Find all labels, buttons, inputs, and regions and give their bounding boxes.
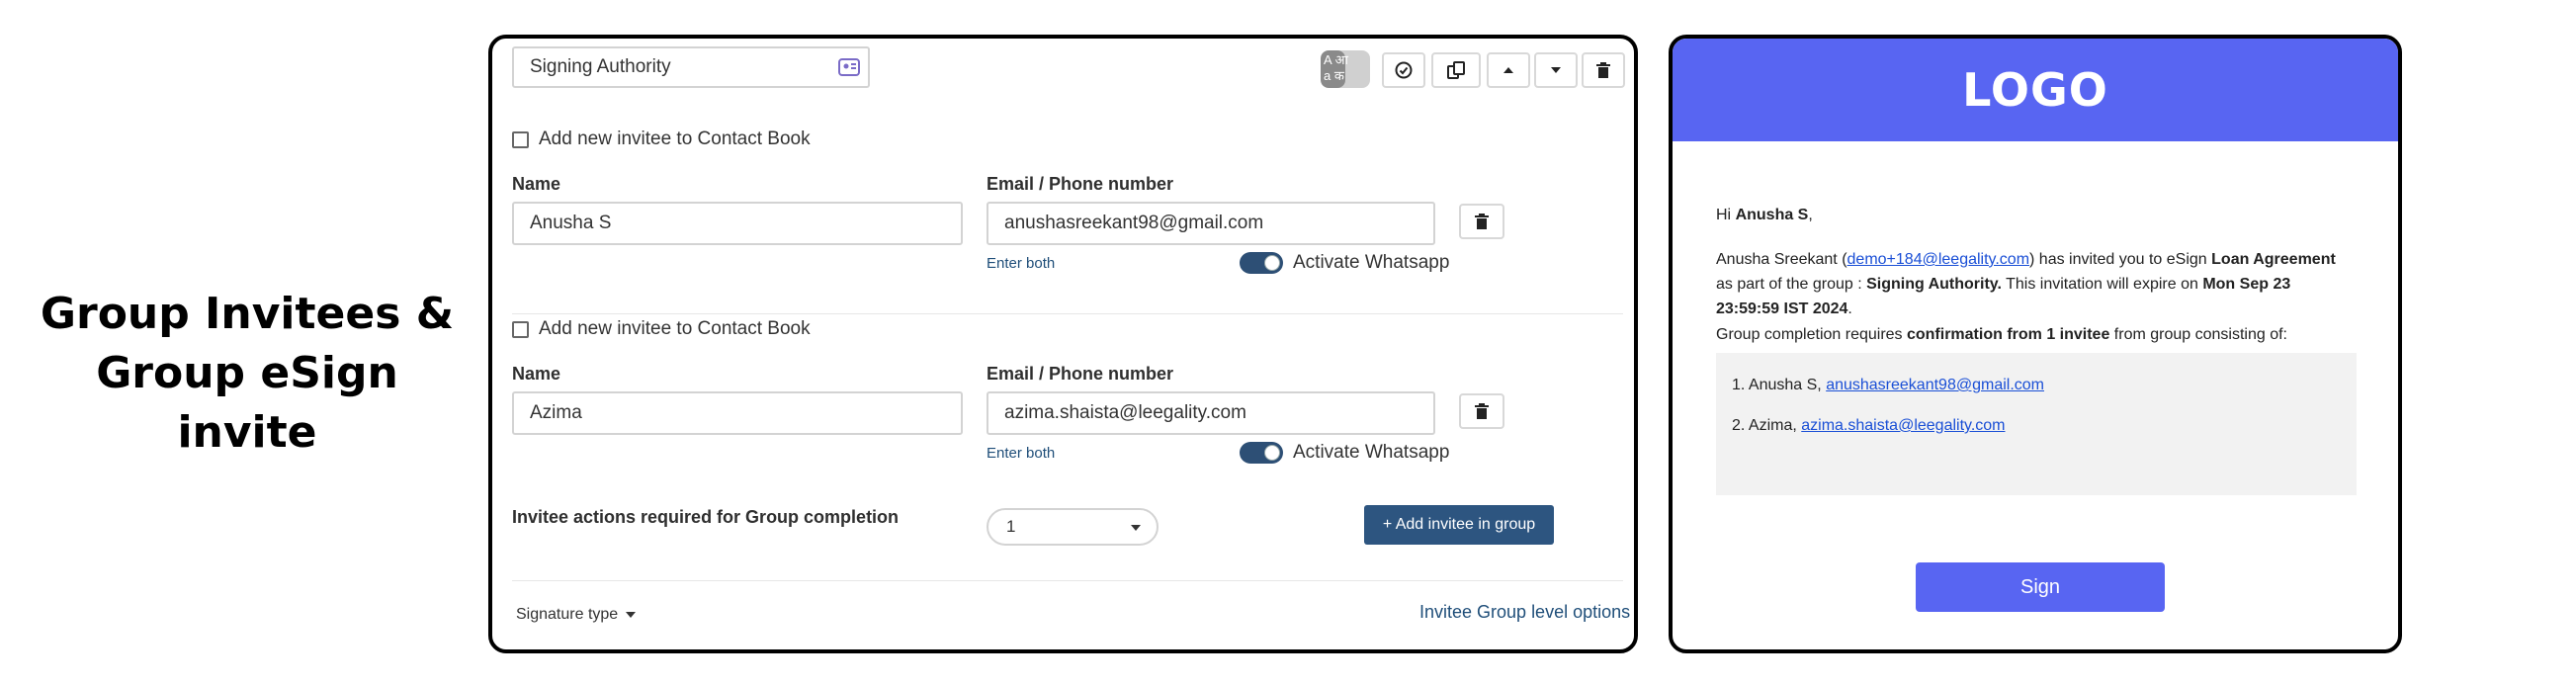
group-member-item: 1. Anusha S, anushasreekant98@gmail.com	[1732, 373, 2044, 397]
check-button[interactable]	[1382, 52, 1425, 88]
language-icon-bottom: a क	[1324, 68, 1344, 83]
email-preview: LOGO Hi Anusha S, Anusha Sreekant (demo+…	[1669, 35, 2402, 653]
greeting-prefix: Hi	[1716, 207, 1736, 223]
footer-divider	[512, 580, 1623, 581]
member-email-link[interactable]: anushasreekant98@gmail.com	[1826, 377, 2044, 393]
contact-book-checkbox[interactable]	[512, 320, 529, 338]
member-prefix: 1. Anusha S,	[1732, 377, 1827, 393]
part-of-text: as part of the group :	[1716, 276, 1867, 293]
email-phone-value: azima.shaista@leegality.com	[1004, 402, 1246, 423]
whatsapp-label: Activate Whatsapp	[1293, 442, 1450, 463]
sign-button[interactable]: Sign	[1916, 562, 2165, 612]
group-name: Signing Authority.	[1866, 276, 2002, 293]
email-invite-paragraph: Anusha Sreekant (demo+184@leegality.com)…	[1716, 247, 2357, 321]
expire-text: This invitation will expire on	[2001, 276, 2203, 293]
signature-type-label: Signature type	[516, 606, 619, 623]
trash-icon	[1475, 403, 1489, 419]
contact-book-checkbox-row[interactable]: Add new invitee to Contact Book	[512, 318, 811, 340]
signature-type-dropdown[interactable]: Signature type	[516, 606, 637, 624]
expire-date-1: Mon Sep 23	[2202, 276, 2291, 293]
name-value: Anusha S	[530, 213, 612, 233]
member-prefix: 2. Azima,	[1732, 417, 1802, 434]
caret-down-icon	[1551, 67, 1561, 73]
delete-invitee-button[interactable]	[1459, 393, 1504, 429]
name-input[interactable]: Azima	[512, 391, 963, 435]
email-greeting: Hi Anusha S,	[1716, 203, 1813, 227]
language-icon-top: A आ	[1324, 52, 1348, 67]
completion-bold: confirmation from 1 invitee	[1906, 326, 2110, 343]
email-phone-input[interactable]: anushasreekant98@gmail.com	[987, 202, 1435, 245]
contact-card-icon	[838, 57, 860, 83]
whatsapp-toggle[interactable]	[1240, 252, 1283, 274]
name-label: Name	[512, 364, 561, 384]
email-phone-value: anushasreekant98@gmail.com	[1004, 213, 1264, 233]
contact-book-checkbox[interactable]	[512, 130, 529, 148]
whatsapp-toggle-row[interactable]: Activate Whatsapp	[1240, 252, 1449, 274]
name-value: Azima	[530, 402, 582, 423]
email-completion-text: Group completion requires confirmation f…	[1716, 322, 2287, 347]
caret-up-icon	[1503, 67, 1513, 73]
language-icon: A आ a क	[1324, 52, 1369, 84]
group-member-item: 2. Azima, azima.shaista@leegality.com	[1732, 413, 2006, 438]
whatsapp-label: Activate Whatsapp	[1293, 252, 1450, 273]
group-name-value: Signing Authority	[530, 56, 671, 77]
name-label: Name	[512, 174, 561, 194]
email-header: LOGO	[1673, 39, 2398, 141]
completion-count-select[interactable]: 1	[987, 508, 1159, 546]
greeting-name: Anusha S	[1735, 207, 1809, 223]
email-phone-label: Email / Phone number	[987, 174, 1174, 194]
check-circle-icon	[1395, 61, 1413, 79]
member-email-link[interactable]: azima.shaista@leegality.com	[1801, 417, 2005, 434]
delete-group-button[interactable]	[1582, 52, 1625, 88]
delete-invitee-button[interactable]	[1459, 204, 1504, 239]
move-down-button[interactable]	[1534, 52, 1578, 88]
contact-book-label: Add new invitee to Contact Book	[539, 318, 811, 339]
completion-count-value: 1	[1006, 517, 1016, 536]
completion-prefix: Group completion requires	[1716, 326, 1907, 343]
expire-date-2: 23:59:59 IST 2024	[1716, 300, 1848, 317]
group-invitee-form: Signing Authority A आ a क Add new invite…	[488, 35, 1638, 653]
period: .	[1847, 300, 1852, 317]
group-name-input[interactable]: Signing Authority	[512, 46, 870, 88]
slide-caption: Group Invitees & Group eSign invite	[30, 285, 465, 463]
invited-text: ) has invited you to eSign	[2029, 251, 2212, 268]
inviter-name: Anusha Sreekant (	[1716, 251, 1847, 268]
logo: LOGO	[1962, 63, 2108, 117]
caret-down-icon	[626, 612, 637, 618]
caption-line-1: Group Invitees &	[40, 289, 455, 339]
copy-icon	[1447, 61, 1465, 79]
caption-line-2: Group eSign invite	[96, 348, 398, 458]
language-toggle-button[interactable]: A आ a क	[1321, 50, 1370, 88]
completion-suffix: from group consisting of:	[2109, 326, 2287, 343]
contact-book-checkbox-row[interactable]: Add new invitee to Contact Book	[512, 129, 811, 150]
email-phone-label: Email / Phone number	[987, 364, 1174, 384]
move-up-button[interactable]	[1487, 52, 1530, 88]
whatsapp-toggle-row[interactable]: Activate Whatsapp	[1240, 442, 1449, 464]
invitee-divider	[512, 313, 1623, 314]
enter-both-link[interactable]: Enter both	[987, 445, 1055, 462]
completion-label: Invitee actions required for Group compl…	[512, 507, 900, 527]
trash-icon	[1475, 214, 1489, 229]
add-invitee-button[interactable]: + Add invitee in group	[1364, 505, 1554, 545]
contact-book-label: Add new invitee to Contact Book	[539, 129, 811, 149]
trash-icon	[1596, 62, 1610, 78]
group-options-link[interactable]: Invitee Group level options	[1419, 602, 1630, 623]
whatsapp-toggle[interactable]	[1240, 442, 1283, 464]
chevron-down-icon	[1131, 525, 1141, 531]
document-name: Loan Agreement	[2211, 251, 2336, 268]
greeting-suffix: ,	[1808, 207, 1813, 223]
group-members-box: 1. Anusha S, anushasreekant98@gmail.com …	[1716, 353, 2357, 495]
copy-button[interactable]	[1431, 52, 1481, 88]
name-input[interactable]: Anusha S	[512, 202, 963, 245]
email-phone-input[interactable]: azima.shaista@leegality.com	[987, 391, 1435, 435]
enter-both-link[interactable]: Enter both	[987, 255, 1055, 272]
inviter-email-link[interactable]: demo+184@leegality.com	[1847, 251, 2030, 268]
